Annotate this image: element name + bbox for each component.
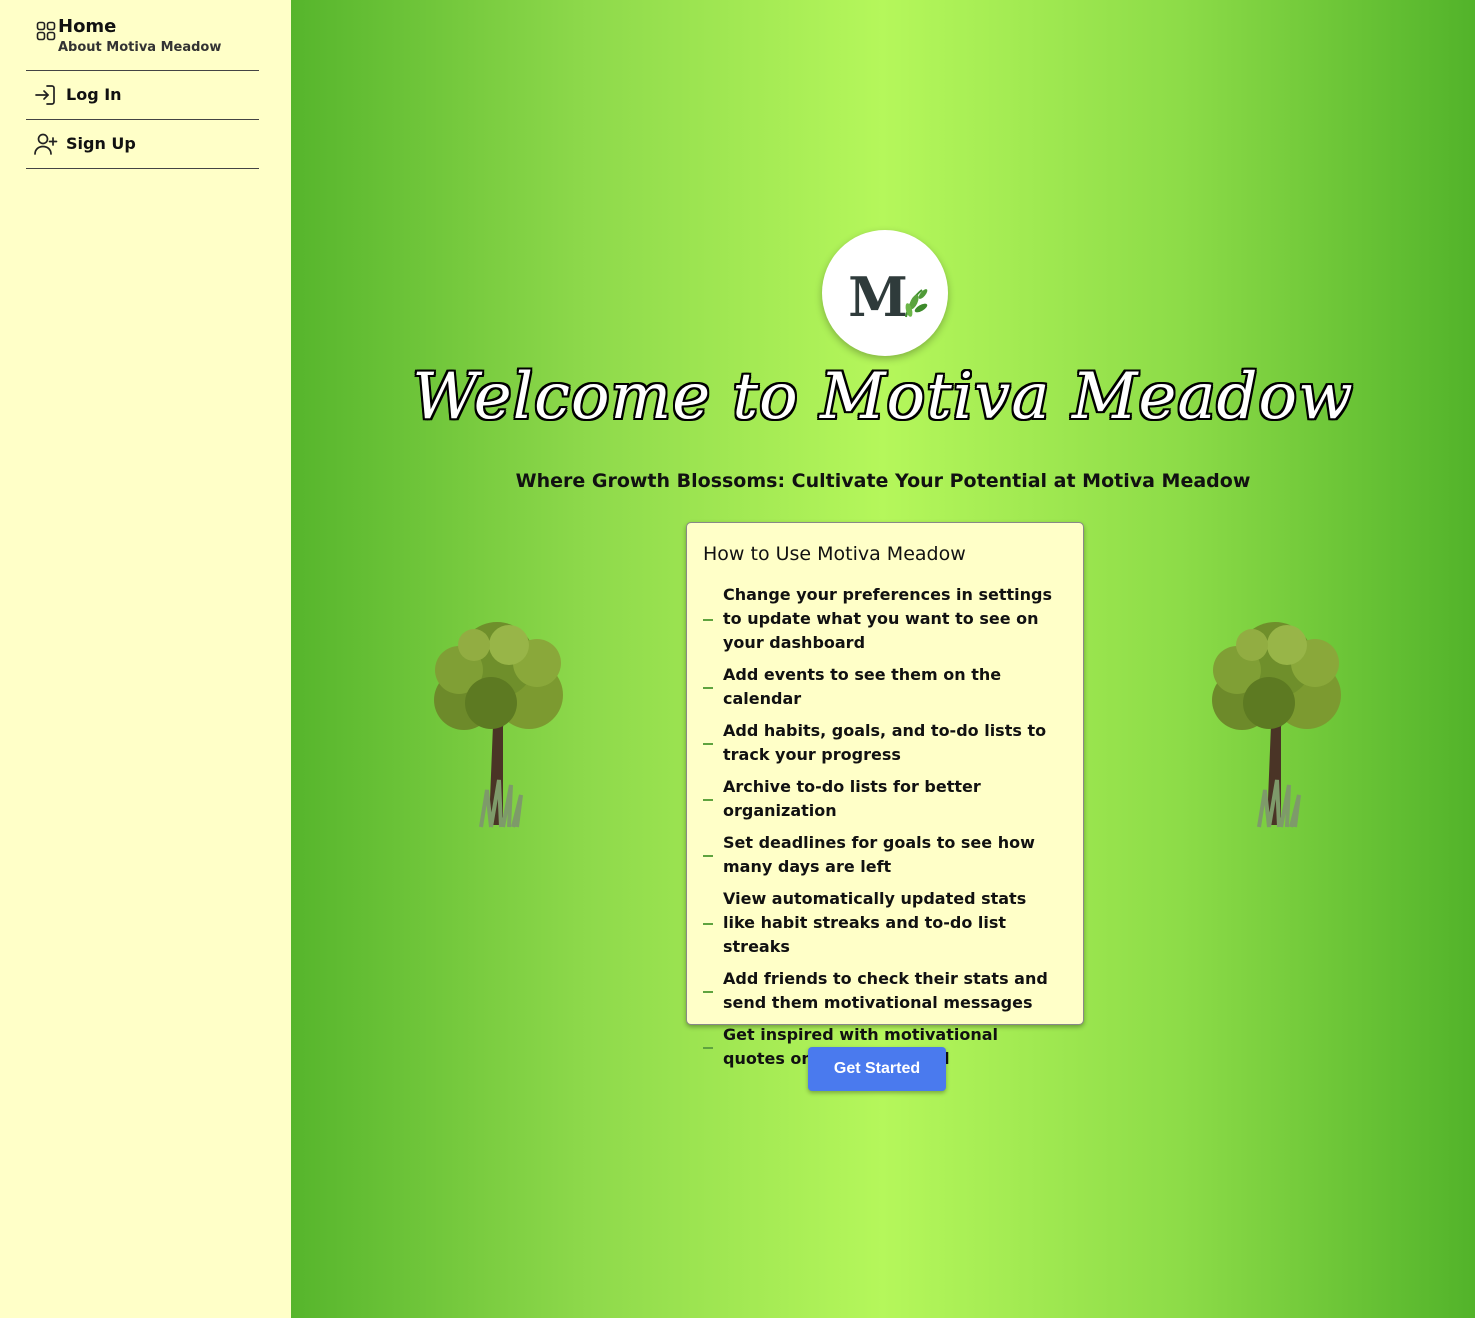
divider: [26, 119, 259, 120]
list-item: Change your preferences in settings to u…: [703, 583, 1063, 655]
dash-icon: [703, 923, 713, 925]
sidebar-item-home[interactable]: Home About Motiva Meadow: [36, 16, 266, 60]
divider: [26, 70, 259, 71]
dash-icon: [703, 619, 713, 621]
card-title: How to Use Motiva Meadow: [703, 543, 966, 565]
list-item: Set deadlines for goals to see how many …: [703, 831, 1063, 879]
list-item-text: Change your preferences in settings to u…: [723, 585, 1053, 652]
list-item-text: Set deadlines for goals to see how many …: [723, 833, 1035, 876]
grid-icon: [36, 21, 56, 45]
list-item-text: View automatically updated stats like ha…: [723, 889, 1027, 956]
login-icon: [34, 84, 56, 110]
list-item-text: Add events to see them on the calendar: [723, 665, 1002, 708]
list-item: Add events to see them on the calendar: [703, 663, 1063, 711]
dash-icon: [703, 1047, 713, 1049]
tree-right: [1212, 622, 1341, 828]
list-item: View automatically updated stats like ha…: [703, 887, 1063, 959]
how-to-card: How to Use Motiva Meadow Change your pre…: [686, 522, 1084, 1068]
list-item: Add friends to check their stats and sen…: [703, 967, 1063, 1015]
list-item: Add habits, goals, and to-do lists to tr…: [703, 719, 1063, 767]
sidebar-item-log-in[interactable]: Log In: [26, 72, 259, 116]
user-plus-icon: [34, 133, 58, 159]
divider: [26, 168, 259, 169]
sidebar-item-sign-up[interactable]: Sign Up: [26, 121, 259, 165]
list-item: Archive to-do lists for better organizat…: [703, 775, 1063, 823]
get-started-button[interactable]: Get Started: [808, 1047, 946, 1091]
sidebar-item-label: Sign Up: [66, 134, 136, 153]
dash-icon: [703, 687, 713, 689]
welcome-heading: Welcome to Motiva Meadow: [412, 360, 1354, 434]
sidebar-item-label: Home: [58, 16, 117, 37]
logo: M: [822, 230, 948, 356]
sidebar-item-sublabel: About Motiva Meadow: [58, 40, 222, 55]
main-content: M Welcome to Motiva Meadow Where Growth …: [291, 0, 1475, 1318]
dash-icon: [703, 855, 713, 857]
sidebar: Home About Motiva Meadow Log In Sign Up: [0, 0, 291, 1318]
sidebar-item-label: Log In: [66, 85, 122, 104]
list-item-text: Add friends to check their stats and sen…: [723, 969, 1048, 1012]
tree-left: [434, 622, 563, 828]
dash-icon: [703, 991, 713, 993]
svg-text:M: M: [848, 265, 908, 329]
how-to-list: Change your preferences in settings to u…: [703, 583, 1063, 1079]
dash-icon: [703, 799, 713, 801]
dash-icon: [703, 743, 713, 745]
list-item-text: Add habits, goals, and to-do lists to tr…: [723, 721, 1047, 764]
tagline: Where Growth Blossoms: Cultivate Your Po…: [515, 470, 1251, 492]
list-item-text: Archive to-do lists for better organizat…: [723, 777, 981, 820]
